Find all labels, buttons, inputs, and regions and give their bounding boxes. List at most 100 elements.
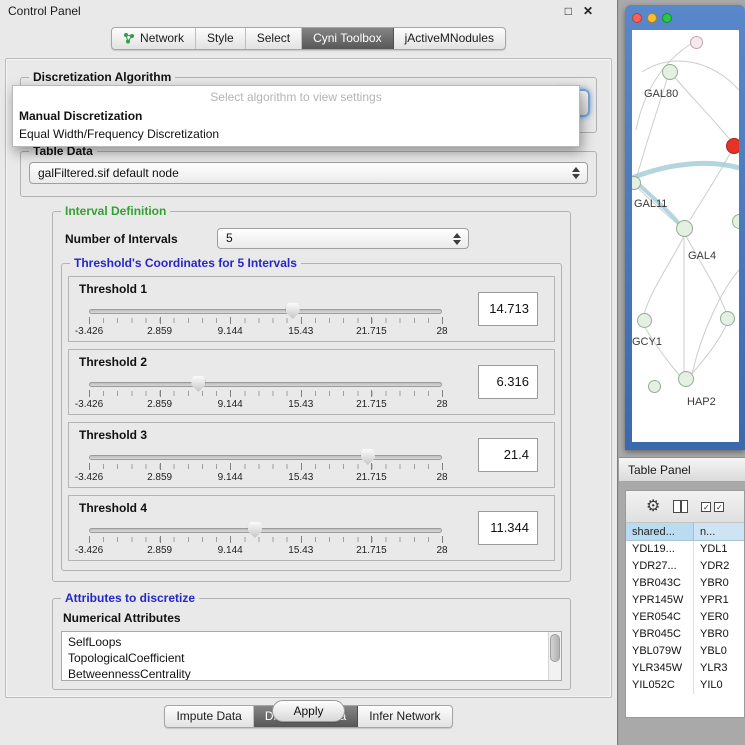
network-node[interactable] bbox=[720, 311, 735, 326]
control-panel-window: Control Panel □ ✕ Network Style Select C… bbox=[0, 0, 618, 745]
threshold-2-panel: Threshold 2 -3.426 2.859 bbox=[68, 349, 555, 415]
threshold-2-label: Threshold 2 bbox=[79, 355, 147, 369]
tab-cyni-toolbox[interactable]: Cyni Toolbox bbox=[302, 28, 393, 49]
network-node[interactable] bbox=[676, 220, 693, 237]
slider-major-tick bbox=[89, 536, 90, 543]
threshold-3-value-field[interactable]: 21.4 bbox=[478, 438, 538, 472]
select-columns-icon[interactable]: ✓ ✓ bbox=[701, 502, 724, 512]
discretization-algorithm-group-label: Discretization Algorithm bbox=[29, 70, 175, 84]
number-of-intervals-label: Number of Intervals bbox=[65, 232, 217, 246]
top-tab-bar: Network Style Select Cyni Toolbox jActiv… bbox=[0, 20, 617, 56]
tab-style-label: Style bbox=[207, 31, 234, 45]
slider-major-tick bbox=[371, 536, 372, 543]
slider-minor-ticks bbox=[89, 537, 442, 542]
table-header-row: shared... n... bbox=[626, 523, 744, 541]
threshold-2-slider[interactable]: -3.426 2.859 9.144 15.43 21.715 28 bbox=[89, 382, 442, 412]
close-icon[interactable]: ✕ bbox=[583, 4, 593, 18]
threshold-2-value-field[interactable]: 6.316 bbox=[478, 365, 538, 399]
slider-track[interactable] bbox=[89, 309, 442, 314]
network-node[interactable] bbox=[690, 36, 703, 49]
table-row[interactable]: YER054CYER0 bbox=[626, 609, 744, 626]
slider-major-tick bbox=[89, 390, 90, 397]
tab-cyni-toolbox-label: Cyni Toolbox bbox=[313, 31, 381, 45]
slider-thumb[interactable] bbox=[286, 303, 300, 319]
slider-major-tick bbox=[442, 463, 443, 470]
slider-track[interactable] bbox=[89, 528, 442, 533]
numerical-attributes-label: Numerical Attributes bbox=[63, 611, 562, 625]
tab-style[interactable]: Style bbox=[196, 28, 246, 49]
minimize-traffic-light-icon[interactable] bbox=[647, 13, 657, 23]
slider-thumb[interactable] bbox=[248, 522, 262, 538]
algorithm-option-equal-width[interactable]: Equal Width/Frequency Discretization bbox=[13, 125, 579, 143]
slider-tick-labels: -3.426 2.859 9.144 15.43 21.715 28 bbox=[89, 326, 442, 338]
threshold-3-slider[interactable]: -3.426 2.859 9.144 15.43 21.715 28 bbox=[89, 455, 442, 485]
threshold-4-value-field[interactable]: 11.344 bbox=[478, 511, 538, 545]
network-canvas[interactable]: GAL80 GAL11 GAL4 GCY1 HAP2 bbox=[632, 30, 739, 442]
top-tab-strip: Network Style Select Cyni Toolbox jActiv… bbox=[111, 27, 506, 50]
close-traffic-light-icon[interactable] bbox=[632, 13, 642, 23]
checkbox-icon: ✓ bbox=[714, 502, 724, 512]
slider-major-tick bbox=[160, 390, 161, 397]
list-item[interactable]: TopologicalCoefficient bbox=[68, 650, 547, 666]
column-header-shared-name[interactable]: shared... bbox=[626, 523, 694, 540]
threshold-4-panel: Threshold 4 -3.426 2.859 bbox=[68, 495, 555, 561]
threshold-1-panel: Threshold 1 -3.426 2.859 bbox=[68, 276, 555, 342]
threshold-1-value-field[interactable]: 14.713 bbox=[478, 292, 538, 326]
zoom-traffic-light-icon[interactable] bbox=[662, 13, 672, 23]
column-header-name[interactable]: n... bbox=[694, 523, 744, 540]
network-node[interactable] bbox=[648, 380, 661, 393]
tab-select[interactable]: Select bbox=[246, 28, 302, 49]
number-of-intervals-spinner[interactable]: 5 bbox=[217, 228, 469, 249]
apply-button[interactable]: Apply bbox=[272, 700, 344, 722]
network-node-selected[interactable] bbox=[726, 138, 739, 154]
slider-major-tick bbox=[230, 536, 231, 543]
algorithm-option-manual[interactable]: Manual Discretization bbox=[13, 107, 579, 125]
slider-major-tick bbox=[442, 317, 443, 324]
table-row[interactable]: YPR145WYPR1 bbox=[626, 592, 744, 609]
combo-stepper-icon bbox=[572, 167, 580, 179]
slider-major-tick bbox=[371, 317, 372, 324]
apply-row: Apply bbox=[18, 700, 599, 722]
network-view-window: GAL80 GAL11 GAL4 GCY1 HAP2 bbox=[625, 5, 745, 450]
network-node[interactable] bbox=[662, 64, 678, 80]
list-item[interactable]: BetweennessCentrality bbox=[68, 666, 547, 681]
slider-thumb[interactable] bbox=[361, 449, 375, 465]
tab-network-label: Network bbox=[140, 31, 184, 45]
slider-major-tick bbox=[301, 463, 302, 470]
float-window-icon[interactable]: □ bbox=[565, 4, 572, 18]
tab-network[interactable]: Network bbox=[112, 28, 196, 49]
table-row[interactable]: YDR27...YDR2 bbox=[626, 558, 744, 575]
threshold-3-panel: Threshold 3 -3.426 2.859 bbox=[68, 422, 555, 488]
slider-tick-labels: -3.426 2.859 9.144 15.43 21.715 28 bbox=[89, 472, 442, 484]
network-node[interactable] bbox=[637, 313, 652, 328]
table-row[interactable]: YLR345WYLR3 bbox=[626, 660, 744, 677]
table-panel-title: Table Panel bbox=[628, 463, 691, 477]
interval-definition-group-label: Interval Definition bbox=[61, 204, 170, 218]
table-row[interactable]: YBR043CYBR0 bbox=[626, 575, 744, 592]
list-item[interactable]: SelfLoops bbox=[68, 634, 547, 650]
window-traffic-lights bbox=[632, 13, 672, 23]
table-panel-header[interactable]: Table Panel bbox=[619, 457, 745, 482]
threshold-1-slider[interactable]: -3.426 2.859 9.144 15.43 21.715 28 bbox=[89, 309, 442, 339]
tab-jactivemnodules[interactable]: jActiveMNodules bbox=[394, 28, 505, 49]
slider-track[interactable] bbox=[89, 455, 442, 460]
network-node[interactable] bbox=[678, 371, 694, 387]
algorithm-placeholder-option[interactable]: Select algorithm to view settings bbox=[13, 86, 579, 107]
table-row[interactable]: YDL19...YDL1 bbox=[626, 541, 744, 558]
slider-tick-labels: -3.426 2.859 9.144 15.43 21.715 28 bbox=[89, 545, 442, 557]
slider-major-tick bbox=[160, 536, 161, 543]
slider-thumb[interactable] bbox=[191, 376, 205, 392]
columns-icon[interactable] bbox=[673, 500, 688, 513]
list-scrollbar-thumb[interactable] bbox=[550, 634, 560, 662]
table-row[interactable]: YBL079WYBL0 bbox=[626, 643, 744, 660]
list-scrollbar[interactable] bbox=[548, 632, 561, 680]
table-data-combo[interactable]: galFiltered.sif default node bbox=[29, 162, 588, 184]
threshold-4-slider[interactable]: -3.426 2.859 9.144 15.43 21.715 28 bbox=[89, 528, 442, 558]
tab-jactivemnodules-label: jActiveMNodules bbox=[405, 31, 494, 45]
slider-track[interactable] bbox=[89, 382, 442, 387]
table-row[interactable]: YBR045CYBR0 bbox=[626, 626, 744, 643]
attributes-listbox[interactable]: SelfLoops TopologicalCoefficient Between… bbox=[61, 631, 562, 681]
threshold-1-label: Threshold 1 bbox=[79, 282, 147, 296]
table-row[interactable]: YIL052CYIL0 bbox=[626, 677, 744, 694]
settings-gear-icon[interactable]: ⚙ bbox=[646, 499, 660, 515]
